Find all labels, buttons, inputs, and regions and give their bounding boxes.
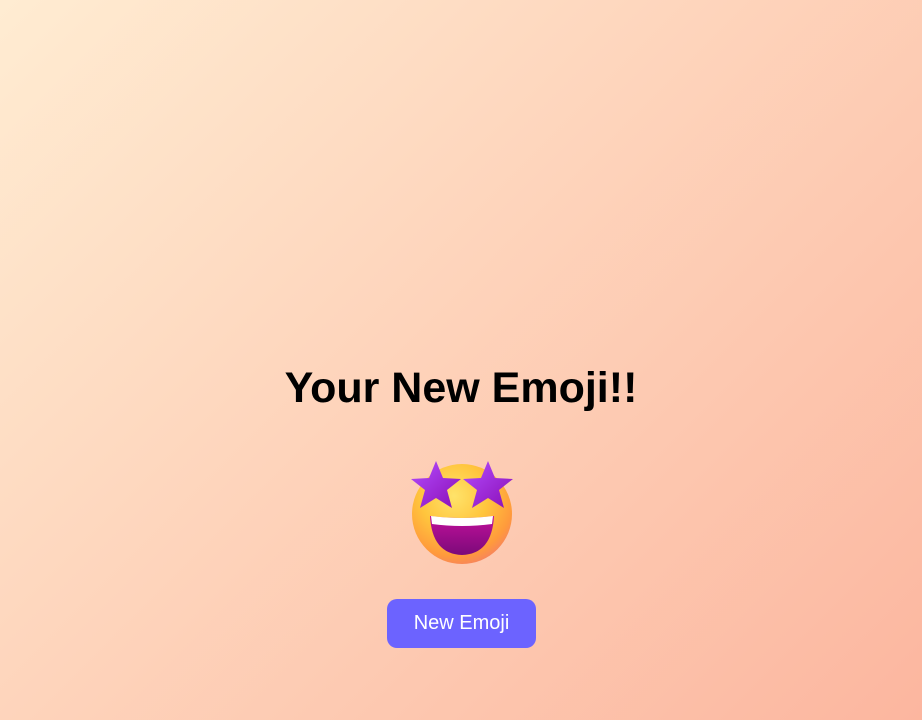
app-container: Your New Emoji!! New Emoji [0, 0, 922, 720]
star-struck-emoji-icon [408, 458, 516, 566]
page-title: Your New Emoji!! [284, 364, 638, 412]
new-emoji-button[interactable]: New Emoji [387, 599, 536, 648]
